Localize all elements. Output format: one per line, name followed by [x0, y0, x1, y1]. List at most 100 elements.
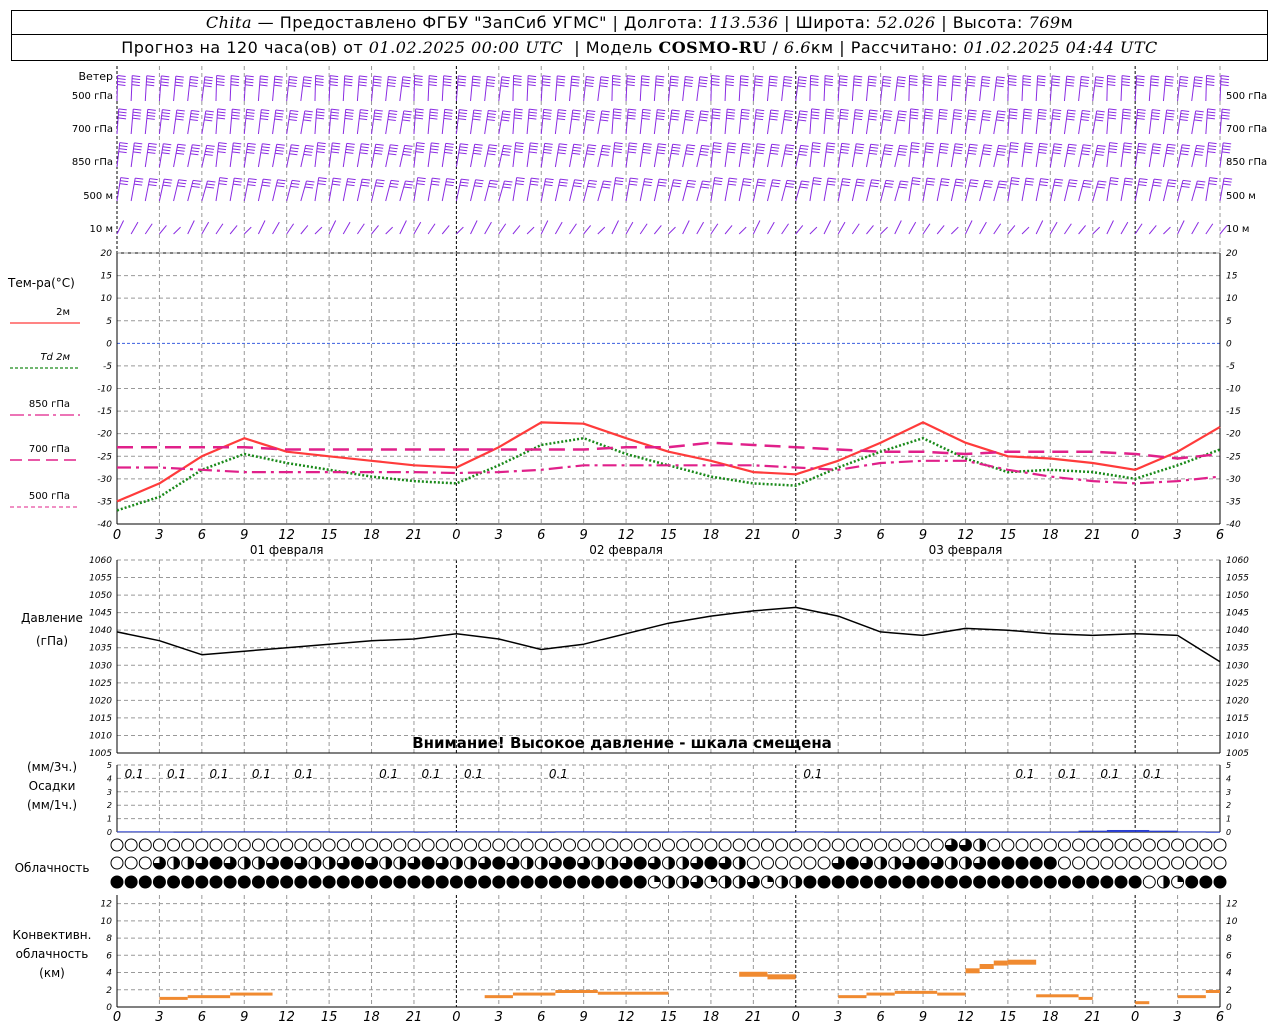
cloud-circle — [478, 838, 492, 852]
wind-barb-staff — [243, 178, 250, 202]
cloud-circle — [492, 838, 506, 852]
wind-barb-flag — [530, 142, 539, 145]
cloud-cover-icon — [1185, 856, 1199, 870]
wind-barb — [187, 179, 202, 202]
wind-barb-flag — [614, 145, 623, 148]
wind-barb-flag — [1182, 179, 1191, 182]
wind-barb-flag — [1136, 78, 1145, 81]
temp-legend-label: 500 гПа — [29, 491, 70, 502]
wind-barb-staff — [781, 223, 789, 235]
temp-ytick-right: 5 — [1226, 317, 1232, 327]
cloud-cover-icon — [563, 838, 577, 852]
wind-barb — [823, 177, 837, 202]
wind-barb — [738, 142, 751, 168]
wind-barb-flag — [204, 76, 213, 79]
wind-barb-staff — [470, 144, 476, 168]
wind-barb-flag — [176, 109, 185, 112]
wind-barb-staff — [342, 221, 351, 235]
cloud-cover-icon — [789, 875, 803, 889]
wind-barb-staff — [767, 221, 775, 235]
cloud-circle — [831, 838, 845, 852]
cloud-cover-icon — [633, 875, 647, 889]
time-tick-label-bottom: 6 — [537, 1010, 545, 1024]
cloud-cover-icon — [492, 856, 506, 870]
wind-barb-flag — [810, 74, 819, 77]
cloud-circle — [209, 856, 223, 870]
wind-barb-flag — [1206, 80, 1215, 83]
cloud-circle — [1185, 856, 1199, 870]
wind-barb-staff — [1120, 221, 1129, 235]
wind-barb — [781, 144, 795, 168]
wind-barb-flag — [132, 151, 142, 154]
wind-barb — [1035, 220, 1044, 235]
wind-barb-flag — [290, 109, 299, 112]
conv-ytick-left: 8 — [106, 934, 112, 944]
wind-barb-flag — [1010, 145, 1019, 148]
cloud-cover-icon — [365, 856, 379, 870]
time-tick-label-bottom: 0 — [792, 1010, 800, 1024]
wind-barb — [653, 143, 667, 168]
wind-barb-flag — [489, 144, 498, 147]
wind-barb-flag — [601, 113, 610, 116]
wind-barb-flag — [430, 148, 439, 151]
wind-barb-flag — [643, 181, 653, 184]
wind-barb-flag — [1023, 111, 1032, 114]
wind-barb-flag — [501, 119, 510, 122]
wind-barb-flag — [641, 81, 650, 84]
wind-barb-flag — [784, 75, 793, 78]
wind-barb — [710, 108, 721, 135]
wind-barb-flag — [1081, 153, 1090, 156]
cloud-circle — [152, 875, 166, 889]
wind-barb-staff — [738, 75, 742, 102]
wind-barb-flag — [882, 81, 891, 84]
cloud-cover-icon — [1199, 856, 1213, 870]
cloud-circle — [421, 838, 435, 852]
wind-barb — [583, 179, 598, 202]
cloud-cover-icon — [789, 838, 803, 852]
cloud-cover-icon — [365, 838, 379, 852]
cloud-cover-icon — [1086, 856, 1100, 870]
wind-barb-flag — [997, 150, 1006, 153]
temp-ytick-left: 0 — [106, 339, 112, 349]
wind-barb-flag — [346, 145, 355, 148]
cloud-circle — [110, 838, 124, 852]
wind-barb-flag — [811, 148, 820, 151]
cloud-circle — [1199, 838, 1213, 852]
wind-barb-flag — [489, 182, 498, 185]
cloud-circle — [874, 838, 888, 852]
wind-barb-flag — [1009, 111, 1018, 114]
wind-barb-flag — [472, 81, 481, 84]
wind-barb-flag — [571, 78, 580, 81]
wind-barb — [498, 180, 513, 202]
temp-legend-label: 2м — [56, 307, 70, 318]
cloud-cover-icon — [577, 838, 591, 852]
wind-barb-flag — [685, 75, 694, 78]
wind-barb-flag — [839, 78, 848, 81]
wind-barb-flag — [711, 74, 720, 77]
wind-barb-flag — [388, 75, 397, 78]
wind-barb-staff — [894, 76, 899, 102]
wind-barb — [130, 177, 144, 202]
convective-bar — [894, 990, 938, 994]
wind-barb-flag — [304, 113, 313, 116]
wind-barb-flag — [486, 118, 495, 121]
wind-barb — [187, 220, 195, 235]
wind-barb-flag — [1137, 111, 1146, 114]
wind-barb-flag — [1207, 108, 1216, 111]
wind-barb — [371, 75, 382, 102]
temp-ytick-left: -40 — [97, 520, 112, 530]
time-tick-label: 18 — [1042, 528, 1059, 543]
cloud-cover-icon — [973, 838, 987, 852]
wind-barb — [766, 109, 779, 135]
wind-barb-flag — [1206, 117, 1215, 120]
wind-barb-flag — [274, 118, 283, 121]
cloud-cover-icon — [294, 838, 308, 852]
wind-barb-staff — [427, 177, 433, 202]
wind-barb-flag — [1195, 186, 1204, 189]
wind-barb-staff — [1177, 180, 1184, 202]
wind-barb-staff — [569, 109, 574, 135]
cloud-cover-icon — [1142, 856, 1156, 870]
wind-barb-flag — [189, 78, 199, 81]
wind-barb — [413, 142, 425, 168]
wind-barb-flag — [316, 108, 325, 111]
